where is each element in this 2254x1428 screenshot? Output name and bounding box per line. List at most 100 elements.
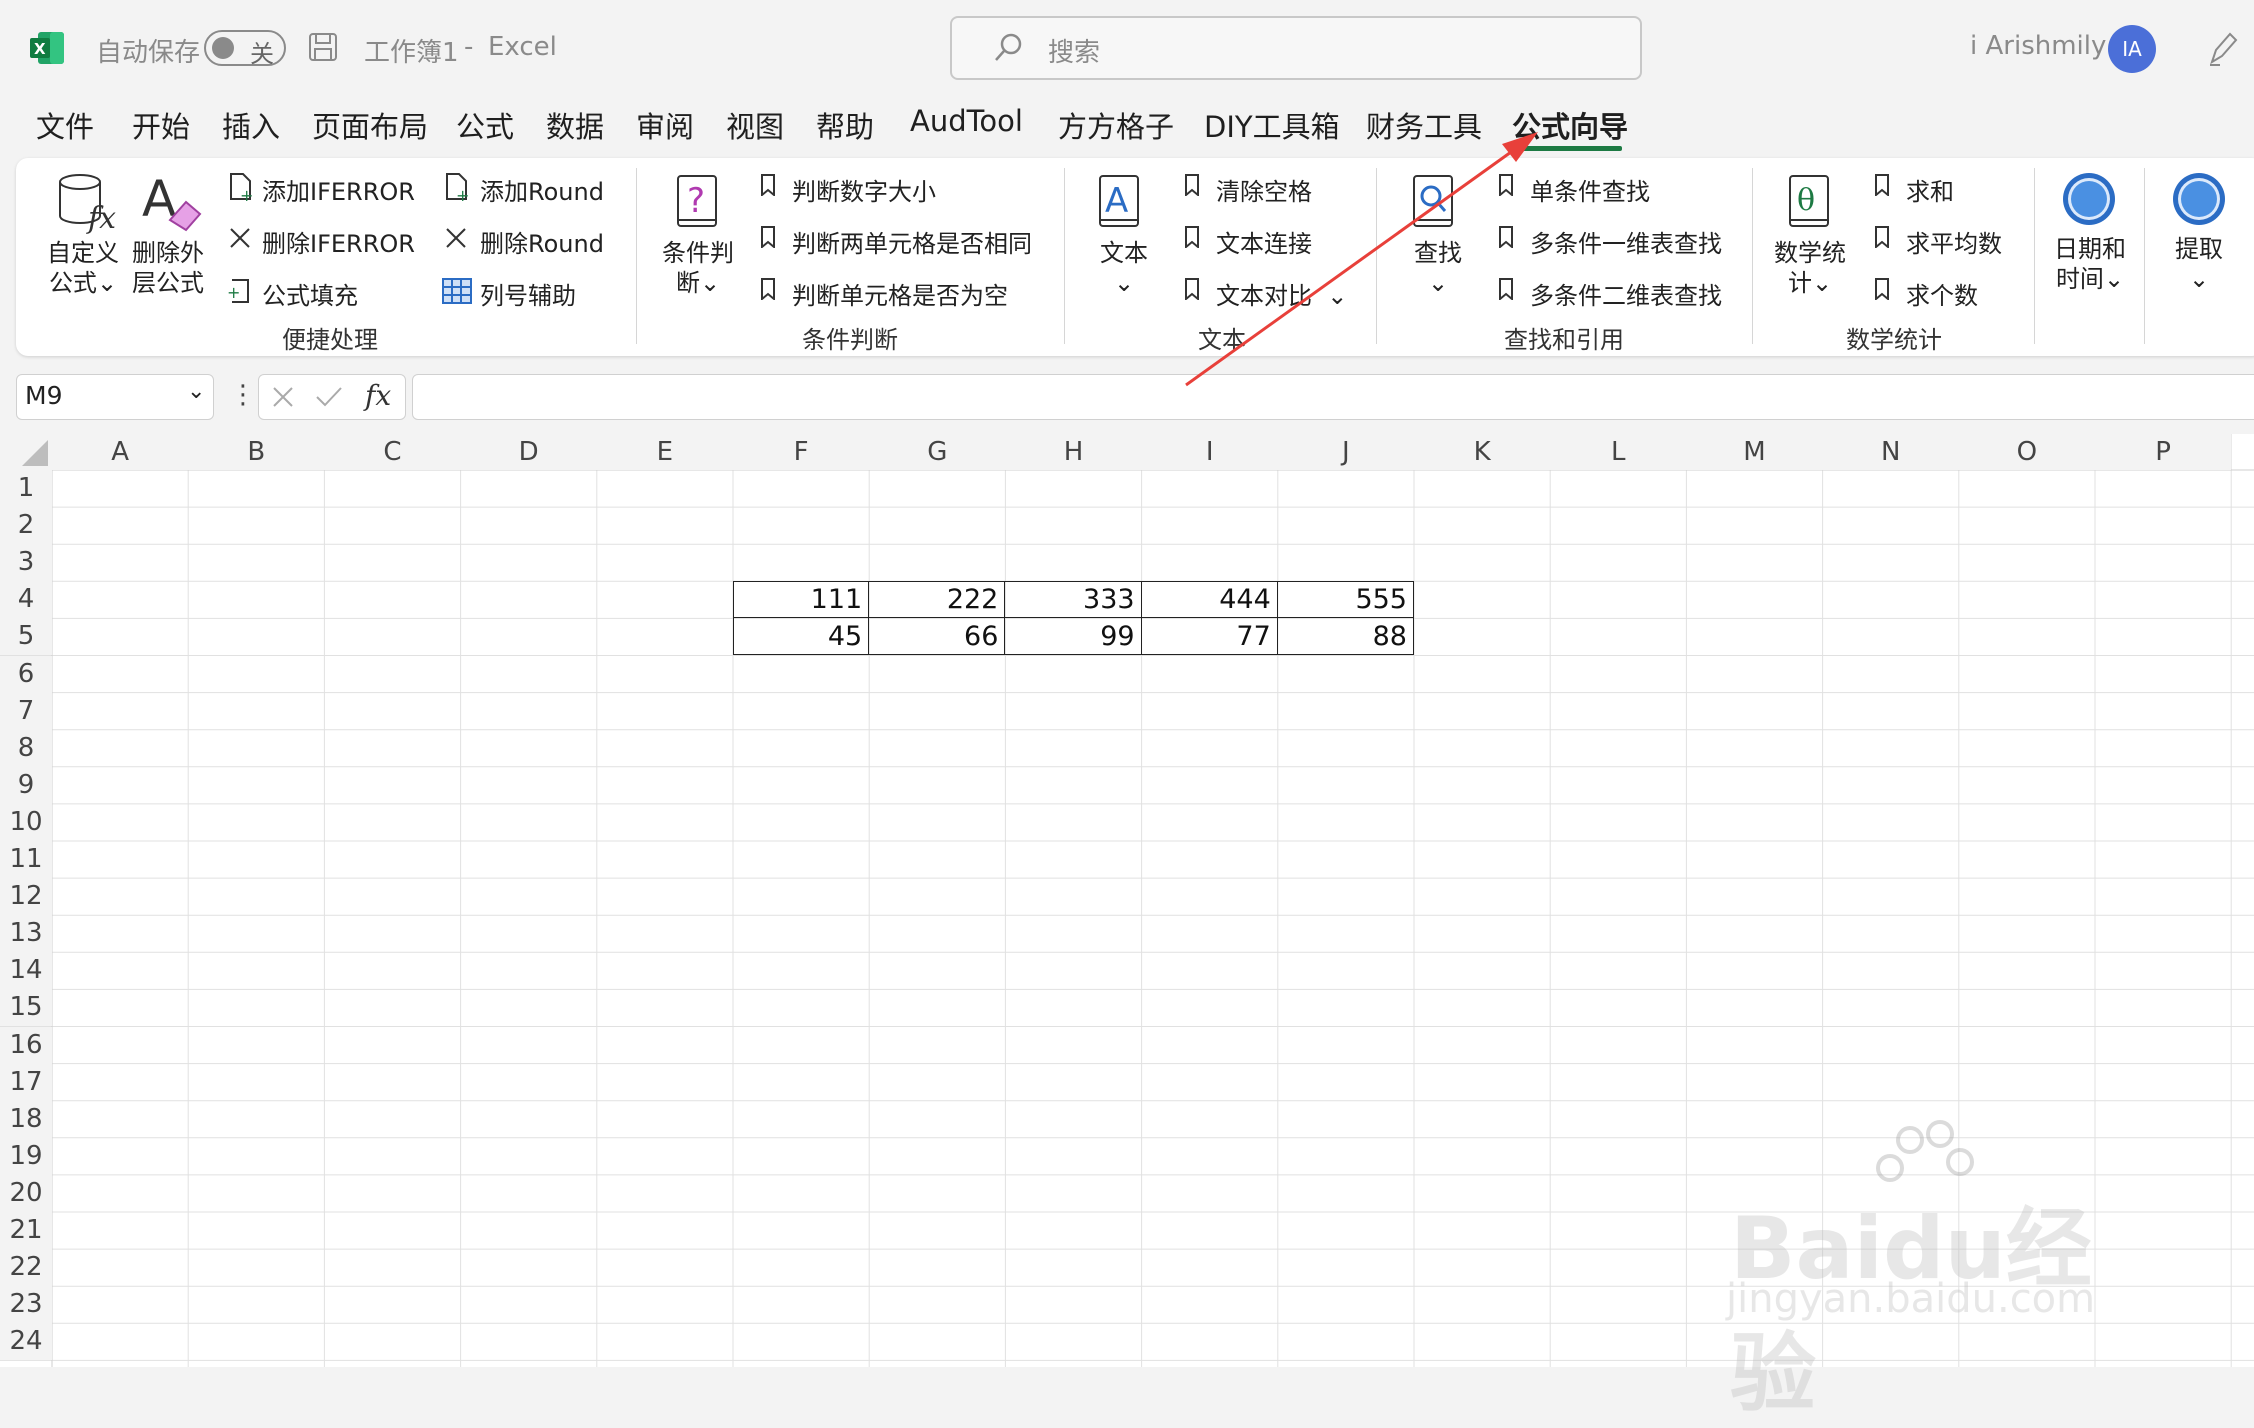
row-header[interactable]: 15 [0, 989, 52, 1027]
svg-text:+: + [240, 186, 253, 202]
tab-view[interactable]: 视图 [726, 104, 784, 146]
bookmark-icon [760, 226, 776, 250]
circle-button-icon [2060, 170, 2118, 228]
autosave-toggle[interactable]: 关 [204, 30, 286, 68]
column-header[interactable]: E [596, 434, 733, 470]
tab-data[interactable]: 数据 [546, 104, 604, 146]
count-button[interactable]: 求个数 [1906, 276, 1978, 311]
delete-round-button[interactable]: 删除Round [480, 224, 604, 259]
row-header[interactable]: 20 [0, 1174, 52, 1212]
tab-page-layout[interactable]: 页面布局 [312, 104, 428, 146]
row-header[interactable]: 21 [0, 1212, 52, 1250]
judge-cell-empty-button[interactable]: 判断单元格是否为空 [792, 276, 1008, 311]
avatar[interactable]: IA [2108, 25, 2156, 73]
group-divider [1752, 168, 1753, 344]
group-label-condition: 条件判断 [802, 326, 898, 354]
row-header[interactable]: 14 [0, 952, 52, 990]
confirm-check-icon[interactable] [315, 385, 343, 409]
delete-iferror-button[interactable]: 删除IFERROR [262, 224, 415, 259]
tab-audtool[interactable]: AudTool [910, 104, 1023, 138]
date-time-button[interactable]: 日期和时间⌄ [2050, 234, 2130, 294]
judge-number-size-button[interactable]: 判断数字大小 [792, 172, 936, 207]
tab-formulas[interactable]: 公式 [456, 104, 514, 146]
row-header[interactable]: 18 [0, 1100, 52, 1138]
custom-formula-button[interactable]: 自定义公式⌄ [44, 238, 122, 298]
row-header[interactable]: 24 [0, 1323, 52, 1361]
multi-condition-2d-lookup-button[interactable]: 多条件二维表查找 [1530, 276, 1722, 311]
column-header[interactable]: G [869, 434, 1006, 470]
name-box[interactable]: M9 ⌄ [16, 374, 214, 420]
column-header[interactable]: H [1005, 434, 1142, 470]
remove-outer-formula-icon: A [140, 170, 204, 234]
formula-controls: fx [258, 374, 406, 420]
row-header[interactable]: 11 [0, 841, 52, 879]
column-header[interactable]: N [1822, 434, 1959, 470]
column-header[interactable]: L [1550, 434, 1687, 470]
tab-help[interactable]: 帮助 [816, 104, 874, 146]
tab-file[interactable]: 文件 [36, 104, 94, 146]
column-header[interactable]: F [733, 434, 870, 470]
search-box[interactable]: 搜索 [950, 16, 1642, 80]
column-header[interactable]: M [1686, 434, 1823, 470]
cancel-x-icon[interactable] [271, 385, 295, 409]
column-header[interactable]: P [2095, 434, 2232, 470]
add-document-icon: + [444, 172, 470, 205]
row-header[interactable]: 9 [0, 766, 52, 804]
text-button[interactable]: 文本 ⌄ [1096, 238, 1152, 298]
row-header[interactable]: 23 [0, 1286, 52, 1324]
row-header[interactable]: 19 [0, 1137, 52, 1175]
pen-icon[interactable] [2206, 28, 2240, 68]
formula-fill-icon: + [226, 276, 254, 306]
column-header[interactable]: J [1277, 434, 1414, 470]
math-stats-label: 数学统计 [1774, 239, 1846, 297]
extract-label: 提取 [2175, 235, 2223, 263]
bookmark-icon [1874, 174, 1890, 198]
add-iferror-button[interactable]: 添加IFERROR [262, 172, 415, 207]
row-header[interactable]: 4 [0, 581, 52, 619]
row-header[interactable]: 7 [0, 692, 52, 730]
extract-button[interactable]: 提取 ⌄ [2170, 234, 2228, 294]
column-number-assist-button[interactable]: 列号辅助 [480, 276, 576, 311]
row-header[interactable]: 5 [0, 618, 52, 656]
row-header[interactable]: 16 [0, 1026, 52, 1064]
row-header[interactable]: 13 [0, 915, 52, 953]
judge-two-cells-same-button[interactable]: 判断两单元格是否相同 [792, 224, 1032, 259]
multi-condition-1d-lookup-button[interactable]: 多条件一维表查找 [1530, 224, 1722, 259]
math-stats-button[interactable]: 数学统计⌄ [1770, 238, 1850, 298]
column-header[interactable]: A [52, 434, 189, 470]
row-header[interactable]: 10 [0, 803, 52, 841]
remove-outer-formula-button[interactable]: 删除外层公式 [132, 238, 216, 298]
column-header[interactable]: O [1958, 434, 2095, 470]
row-header[interactable]: 12 [0, 878, 52, 916]
svg-text:+: + [456, 186, 469, 202]
bookmark-icon [1874, 278, 1890, 302]
save-icon[interactable] [308, 32, 338, 62]
tab-review[interactable]: 审阅 [636, 104, 694, 146]
text-book-icon: A [1098, 174, 1142, 232]
formula-fill-button[interactable]: 公式填充 [262, 276, 358, 311]
average-button[interactable]: 求平均数 [1906, 224, 2002, 259]
more-dots-icon[interactable]: ⋮ [230, 380, 256, 410]
sum-button[interactable]: 求和 [1906, 172, 1954, 207]
delete-x-icon [444, 226, 468, 250]
column-header[interactable]: C [324, 434, 461, 470]
column-header[interactable]: B [188, 434, 325, 470]
add-round-button[interactable]: 添加Round [480, 172, 604, 207]
search-icon [992, 32, 1024, 64]
select-all-corner[interactable] [0, 434, 52, 470]
group-label-math: 数学统计 [1846, 326, 1942, 354]
tab-insert[interactable]: 插入 [222, 104, 280, 146]
row-header[interactable]: 22 [0, 1249, 52, 1287]
insert-function-button[interactable]: fx [365, 379, 391, 412]
row-header[interactable]: 1 [0, 470, 52, 508]
row-header[interactable]: 3 [0, 544, 52, 582]
tab-home[interactable]: 开始 [132, 104, 190, 146]
condition-judge-button[interactable]: 条件判断⌄ [658, 238, 738, 298]
row-header[interactable]: 17 [0, 1063, 52, 1101]
column-header[interactable]: K [1414, 434, 1551, 470]
row-header[interactable]: 2 [0, 507, 52, 545]
column-header[interactable]: D [460, 434, 597, 470]
column-header[interactable]: I [1141, 434, 1278, 470]
row-header[interactable]: 8 [0, 729, 52, 767]
row-header[interactable]: 6 [0, 655, 52, 693]
